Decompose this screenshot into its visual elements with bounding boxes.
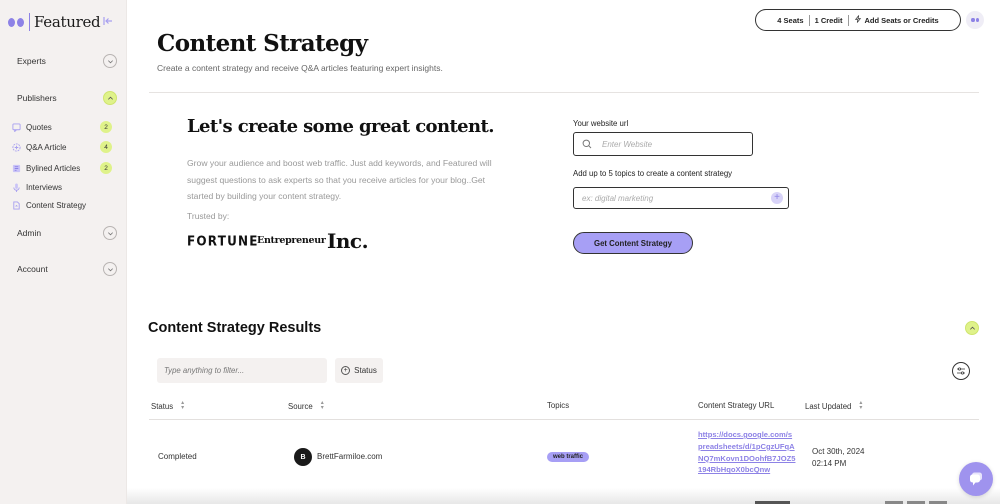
nav-label: Q&A Article (26, 142, 67, 152)
sidebar-section-admin[interactable]: Admin (0, 223, 127, 243)
filter-field[interactable] (157, 358, 327, 383)
nav-label: Quotes (26, 122, 52, 132)
sidebar-section-publishers[interactable]: Publishers (0, 88, 127, 108)
trusted-by-label: Trusted by: (187, 211, 230, 221)
sidebar-section-account[interactable]: Account (0, 259, 127, 279)
sidebar-item-content-strategy[interactable]: Content Strategy (12, 197, 117, 213)
microphone-icon (12, 182, 21, 192)
plus-circle-icon (12, 142, 21, 152)
lightning-icon (854, 15, 862, 25)
collapse-sidebar-icon[interactable] (102, 15, 114, 27)
page-subtitle: Create a content strategy and receive Q&… (157, 63, 443, 73)
hero-title: Let's create some great content. (187, 116, 494, 137)
plus-circle-icon: + (341, 366, 351, 375)
sliders-icon (957, 367, 965, 375)
column-label: Topics (547, 401, 570, 410)
pill-divider (808, 14, 810, 26)
chevron-down-icon[interactable] (103, 226, 117, 240)
sort-icon[interactable]: ▴ ▾ (859, 400, 862, 411)
header-divider (149, 92, 979, 93)
document-icon (12, 200, 21, 210)
table-header-divider (149, 419, 979, 420)
section-label: Publishers (17, 93, 57, 103)
hero-description: Grow your audience and boost web traffic… (187, 158, 492, 201)
chat-button[interactable] (959, 462, 993, 496)
add-topic-icon[interactable]: + (771, 192, 783, 204)
quote-bubble-icon (12, 122, 21, 132)
row-status: Completed (158, 452, 197, 461)
column-header-source[interactable]: Source ▴ ▾ (288, 400, 324, 411)
column-header-url: Content Strategy URL (698, 401, 774, 410)
quote-mark-icon (8, 17, 24, 27)
collapse-results-icon[interactable] (965, 321, 979, 335)
updated-time: 02:14 PM (812, 459, 847, 468)
status-filter-label: Status (354, 366, 377, 375)
topics-input[interactable] (582, 193, 762, 203)
chevron-up-icon[interactable] (103, 91, 117, 105)
column-header-topics: Topics (547, 401, 569, 410)
column-label: Status (151, 401, 174, 411)
column-label: Source (288, 401, 313, 411)
sidebar: Featured Experts Publishers Quotes 2 Q&A… (0, 0, 127, 504)
topics-label: Add up to 5 topics to create a content s… (573, 169, 733, 178)
fortune-logo: FORTUNE (187, 233, 259, 249)
search-icon (582, 139, 592, 149)
sidebar-item-interviews[interactable]: Interviews (12, 179, 117, 195)
sort-icon[interactable]: ▴ ▾ (181, 400, 184, 411)
results-title: Content Strategy Results (148, 320, 322, 336)
count-badge: 4 (100, 141, 112, 153)
column-header-last-updated[interactable]: Last Updated ▴ ▾ (805, 400, 862, 411)
view-settings-button[interactable] (952, 362, 970, 380)
seats-count: 4 Seats (777, 15, 804, 25)
status-filter-button[interactable]: + Status (335, 358, 383, 383)
section-label: Admin (17, 228, 42, 238)
count-badge: 2 (100, 162, 112, 174)
sidebar-item-bylined-articles[interactable]: Bylined Articles 2 (12, 160, 117, 176)
column-label: Content Strategy URL (698, 401, 775, 410)
chevron-down-icon[interactable] (103, 262, 117, 276)
logo-divider (29, 13, 30, 31)
count-badge: 2 (100, 121, 112, 133)
sidebar-item-quotes[interactable]: Quotes 2 (12, 119, 117, 135)
column-header-status[interactable]: Status ▴ ▾ (151, 400, 184, 411)
website-url-input[interactable] (602, 139, 742, 149)
pill-divider (847, 14, 849, 26)
website-url-label: Your website url (573, 119, 629, 128)
chat-bubble-icon (970, 472, 982, 486)
topic-badge: web traffic (547, 452, 590, 462)
nav-label: Interviews (26, 182, 63, 192)
credits-count: 1 Credit (814, 15, 843, 25)
filter-input[interactable] (164, 366, 319, 375)
brand-name: Featured (34, 13, 101, 31)
row-source: BrettFarmiloe.com (317, 452, 383, 461)
website-url-field[interactable] (573, 132, 753, 156)
row-last-updated: Oct 30th, 2024 02:14 PM (812, 446, 864, 470)
sidebar-section-experts[interactable]: Experts (0, 51, 127, 71)
chevron-down-icon[interactable] (103, 54, 117, 68)
nav-label: Bylined Articles (26, 163, 81, 173)
updated-date: Oct 30th, 2024 (812, 447, 865, 456)
section-label: Account (17, 264, 48, 274)
brand-logo[interactable]: Featured (8, 10, 101, 34)
article-icon (12, 164, 21, 173)
get-content-strategy-button[interactable]: Get Content Strategy (573, 232, 693, 254)
content-strategy-url-link[interactable]: https://docs.google.com/spreadsheets/d/1… (698, 429, 796, 476)
nav-label: Content Strategy (26, 200, 87, 210)
bottom-fade (127, 488, 1000, 504)
sort-icon[interactable]: ▴ ▾ (321, 400, 324, 411)
entrepreneur-logo: Entrepreneur (257, 235, 326, 246)
user-avatar[interactable] (966, 11, 984, 29)
add-seats-credits-button[interactable]: Add Seats or Credits (865, 16, 939, 25)
page-title: Content Strategy (157, 30, 368, 57)
sidebar-item-qa-article[interactable]: Q&A Article 4 (12, 139, 117, 155)
column-label: Last Updated (805, 401, 852, 411)
credits-pill[interactable]: 4 Seats 1 Credit Add Seats or Credits (755, 9, 961, 31)
source-avatar: B (294, 448, 312, 466)
inc-logo: Inc. (327, 229, 369, 253)
section-label: Experts (17, 56, 46, 66)
topics-field[interactable]: + (573, 187, 789, 209)
